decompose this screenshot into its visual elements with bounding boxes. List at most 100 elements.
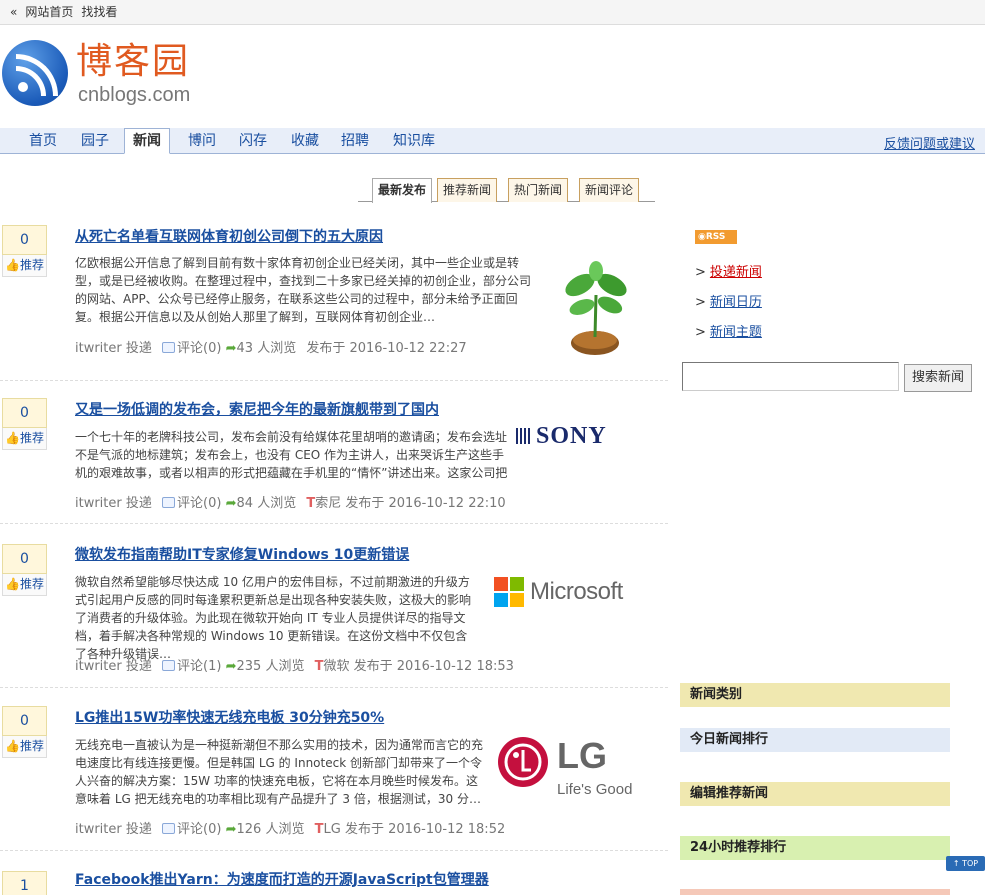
news-title-link[interactable]: 又是一场低调的发布会，索尼把今年的最新旗舰带到了国内: [75, 399, 439, 419]
sidebar-box-24h-rank: 24小时推荐排行: [680, 836, 950, 860]
digg-button[interactable]: 👍推荐: [2, 736, 47, 758]
news-item: 0 👍推荐 LG推出15W功率快速无线充电板 30分钟充50% 无线充电一直被认…: [0, 688, 668, 851]
feedback-link[interactable]: 反馈问题或建议: [884, 133, 975, 152]
vote-box: 0 👍推荐: [2, 225, 47, 277]
news-search-input[interactable]: [682, 362, 899, 391]
nav-item-question[interactable]: 博问: [188, 132, 216, 150]
main-nav: 首页 园子 新闻 博问 闪存 收藏 招聘 知识库 反馈问题或建议: [0, 128, 985, 154]
sidebar-box-categories: 新闻类别: [680, 683, 950, 707]
news-title-link[interactable]: 从死亡名单看互联网体育初创公司倒下的五大原因: [75, 226, 383, 246]
view-icon: ➦: [225, 496, 237, 511]
digg-button[interactable]: 👍推荐: [2, 574, 47, 596]
news-meta: itwriter 投递 评论(1) ➦235 人浏览 T微软 发布于 2016-…: [75, 659, 514, 674]
news-thumbnail[interactable]: Microsoft: [494, 575, 640, 609]
lg-logo-icon: [498, 737, 548, 787]
nav-item-flash[interactable]: 闪存: [239, 132, 267, 150]
news-thumbnail[interactable]: SONY: [516, 424, 640, 448]
view-count: 126 人浏览: [236, 822, 305, 837]
author-link[interactable]: itwriter: [75, 496, 122, 511]
comment-link[interactable]: 评论(1): [177, 659, 221, 674]
news-thumbnail[interactable]: LG Life's Good: [497, 736, 643, 804]
site-logo[interactable]: 博客园 cnblogs.com: [2, 40, 232, 110]
nav-item-kb[interactable]: 知识库: [393, 132, 435, 150]
plant-icon: [565, 261, 627, 355]
news-thumbnail[interactable]: [550, 255, 640, 363]
news-meta: itwriter 投递 评论(0) ➦126 人浏览 TLG 发布于 2016-…: [75, 822, 506, 837]
news-summary: 一个七十年的老牌科技公司，发布会前没有给媒体花里胡哨的邀请函；发布会选址不是气派…: [75, 430, 508, 480]
sidebar-box-partial: [680, 889, 950, 895]
thumb-up-icon: 👍: [5, 577, 20, 591]
tag-link[interactable]: LG: [323, 822, 340, 837]
news-tabs: 最新发布 推荐新闻 热门新闻 新闻评论: [358, 178, 655, 203]
publish-time: 发布于 2016-10-12 18:53: [353, 659, 514, 674]
top-bar: « 网站首页 找找看: [0, 0, 985, 25]
comment-icon: [162, 823, 176, 834]
comment-link[interactable]: 评论(0): [177, 496, 221, 511]
nav-item-favorites[interactable]: 收藏: [291, 132, 319, 150]
logo-text-en: cnblogs.com: [78, 84, 191, 106]
view-icon: ➦: [225, 659, 237, 674]
news-summary: 亿欧根据公开信息了解到目前有数十家体育初创企业已经关闭，其中一些企业或是转型，或…: [75, 256, 532, 324]
digg-button[interactable]: 👍推荐: [2, 255, 47, 277]
back-to-top-button[interactable]: ↑ TOP: [946, 856, 985, 871]
sidebar-box-today-rank: 今日新闻排行: [680, 728, 950, 752]
tag-icon: T: [306, 496, 316, 511]
news-summary: 微软自然希望能够尽快达成 10 亿用户的宏伟目标，不过前期激进的升级方式引起用户…: [75, 575, 472, 661]
home-link[interactable]: 网站首页: [25, 5, 73, 19]
sony-dots-icon: [516, 428, 532, 444]
digg-count: 0: [2, 706, 47, 736]
rss-badge[interactable]: ◉RSS: [695, 230, 737, 244]
news-meta: itwriter 投递 评论(0) ➦43 人浏览 发布于 2016-10-12…: [75, 341, 467, 356]
nav-item-home[interactable]: 首页: [29, 132, 57, 150]
nav-item-garden[interactable]: 园子: [81, 132, 109, 150]
news-item: 0 👍推荐 微软发布指南帮助IT专家修复Windows 10更新错误 微软自然希…: [0, 524, 668, 688]
chevron-right-icon: >: [695, 325, 706, 340]
view-count: 84 人浏览: [236, 496, 297, 511]
chevron-right-icon: >: [695, 265, 706, 280]
author-link[interactable]: itwriter: [75, 822, 122, 837]
microsoft-wordmark: Microsoft: [530, 578, 623, 605]
view-icon: ➦: [225, 341, 237, 356]
comment-link[interactable]: 评论(0): [177, 341, 221, 356]
vote-box: 1: [2, 871, 47, 895]
back-icon[interactable]: «: [10, 5, 17, 19]
vote-box: 0 👍推荐: [2, 544, 47, 596]
tab-hot[interactable]: 热门新闻: [508, 178, 569, 202]
comment-link[interactable]: 评论(0): [177, 822, 221, 837]
author-link[interactable]: itwriter: [75, 659, 122, 674]
digg-count: 0: [2, 544, 47, 574]
news-title-link[interactable]: 微软发布指南帮助IT专家修复Windows 10更新错误: [75, 544, 409, 564]
tab-latest[interactable]: 最新发布: [372, 178, 433, 203]
lg-wordmark: LG: [557, 735, 607, 776]
news-summary: 无线充电一直被认为是一种挺新潮但不那么实用的技术，因为通常而言它的充电速度比有线…: [75, 738, 484, 806]
nav-item-news[interactable]: 新闻: [124, 128, 170, 154]
sidebar-link-submit[interactable]: > 投递新闻: [695, 261, 762, 280]
author-link[interactable]: itwriter: [75, 341, 122, 356]
thumb-up-icon: 👍: [5, 739, 20, 753]
comment-icon: [162, 342, 176, 353]
news-title-link[interactable]: Facebook推出Yarn：为速度而打造的开源JavaScript包管理器: [75, 869, 489, 889]
news-item: 0 👍推荐 从死亡名单看互联网体育初创公司倒下的五大原因 亿欧根据公开信息了解到…: [0, 215, 668, 381]
news-meta: itwriter 投递 评论(0) ➦84 人浏览 T索尼 发布于 2016-1…: [75, 496, 506, 511]
lg-slogan: Life's Good: [557, 781, 633, 798]
tab-comments[interactable]: 新闻评论: [579, 178, 640, 202]
vote-box: 0 👍推荐: [2, 706, 47, 758]
thumb-up-icon: 👍: [5, 431, 20, 445]
comment-icon: [162, 660, 176, 671]
find-link[interactable]: 找找看: [81, 5, 117, 19]
sidebar-box-editor-picks: 编辑推荐新闻: [680, 782, 950, 806]
tag-link[interactable]: 索尼: [315, 496, 341, 511]
digg-button[interactable]: 👍推荐: [2, 428, 47, 450]
nav-item-jobs[interactable]: 招聘: [341, 132, 369, 150]
search-news-button[interactable]: 搜索新闻: [904, 364, 972, 392]
publish-time: 发布于 2016-10-12 22:27: [306, 341, 467, 356]
sidebar-link-calendar[interactable]: > 新闻日历: [695, 291, 762, 310]
logo-text-cn: 博客园: [76, 41, 191, 82]
news-title-link[interactable]: LG推出15W功率快速无线充电板 30分钟充50%: [75, 707, 384, 727]
view-icon: ➦: [225, 822, 237, 837]
view-count: 235 人浏览: [236, 659, 305, 674]
tab-recommended[interactable]: 推荐新闻: [437, 178, 498, 202]
rss-logo-icon: [2, 40, 68, 106]
sidebar-link-topics[interactable]: > 新闻主题: [695, 321, 762, 340]
tag-link[interactable]: 微软: [323, 659, 349, 674]
